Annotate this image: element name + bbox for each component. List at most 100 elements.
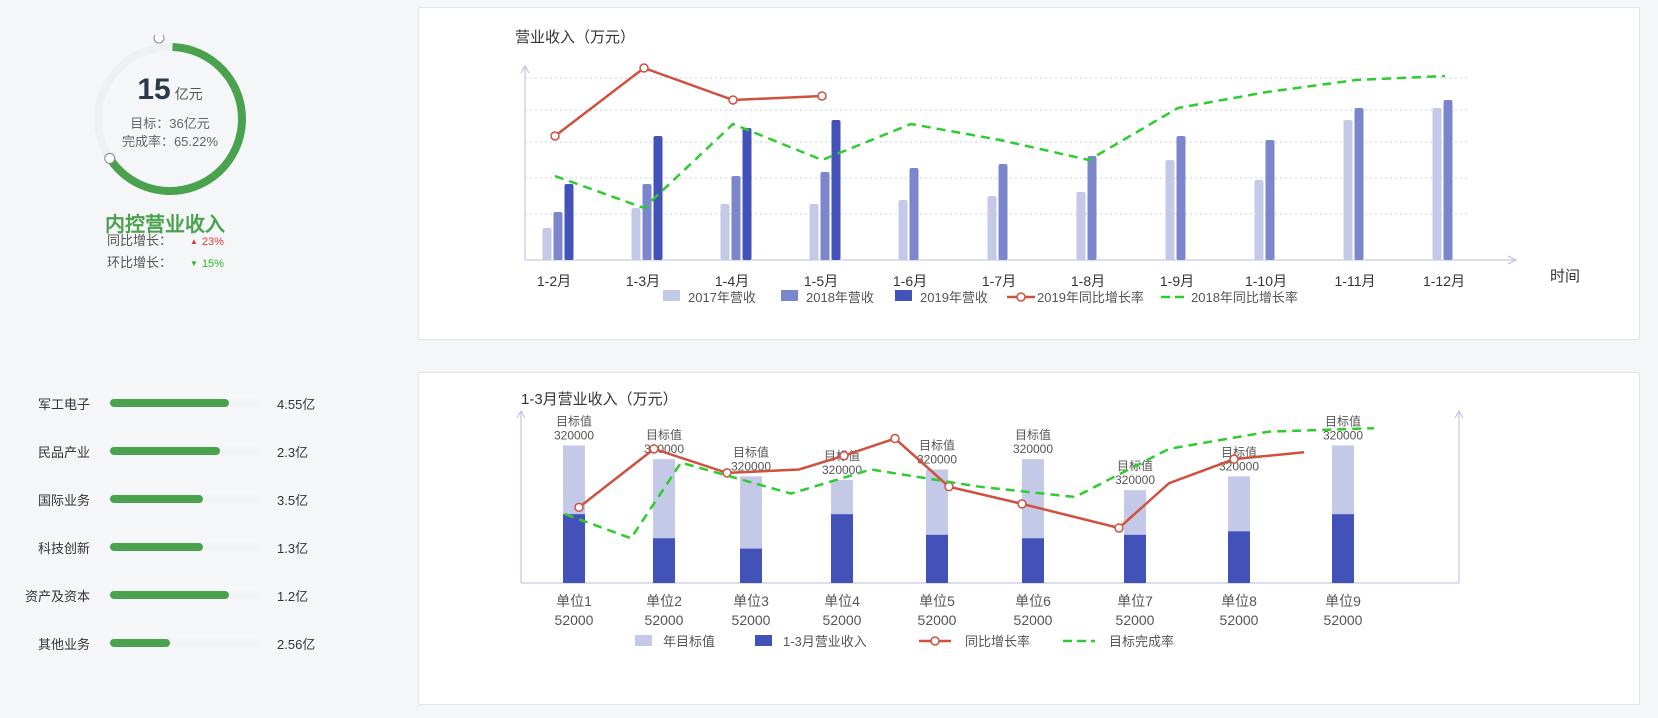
legend-label: 年目标值 [663,634,715,649]
business-bar-fill [110,639,170,647]
x-tick-label: 单位5 [919,593,955,609]
x-tick-value: 52000 [918,612,957,628]
line-point-yoy-growth [1229,454,1239,464]
business-bar-row: 科技创新 1.3亿 [0,536,360,558]
legend-label: 2019年营收 [920,290,988,305]
bar-2017 [720,204,730,260]
bar-q1-revenue [1228,531,1250,583]
business-bar-fill [110,447,220,455]
bar-2018 [909,168,919,260]
legend-label: 2019年同比增长率 [1037,290,1144,305]
x-tick-value: 52000 [1014,612,1053,628]
x-tick-label: 1-5月 [804,273,838,289]
business-bar-fill [110,543,203,551]
bar-q1-revenue [831,514,853,583]
bar-2017 [898,200,908,260]
bar-2019 [742,128,752,260]
x-tick-value: 52000 [555,612,594,628]
legend-swatch [895,290,912,301]
target-value-label: 320000 [1013,442,1053,456]
line-point-2019-growth [550,131,560,141]
business-bar-track [110,495,260,503]
bar-2017 [1076,192,1086,260]
target-value-label: 320000 [822,463,862,477]
bar-2017 [1165,160,1175,260]
business-bar-track [110,447,260,455]
business-bar-value: 2.56亿 [277,637,316,652]
business-bar-label: 国际业务 [37,493,90,508]
legend-label: 2018年营收 [806,290,874,305]
bar-2017 [1343,120,1353,260]
bar-2018 [731,176,741,260]
x-tick-value: 52000 [1324,612,1363,628]
x-tick-value: 52000 [732,612,771,628]
bar-2018 [1265,140,1275,260]
x-tick-label: 单位1 [556,593,592,609]
business-bar-track [110,639,260,647]
business-bar-row: 军工电子 4.55亿 [0,392,360,414]
x-tick-label: 1-2月 [537,273,571,289]
x-tick-label: 单位9 [1325,593,1361,609]
bar-q1-revenue [1332,514,1354,583]
x-tick-label: 单位3 [733,593,769,609]
x-tick-label: 1-10月 [1245,273,1287,289]
target-label: 目标值 [919,437,955,452]
bar-q1-revenue [653,538,675,583]
legend-label: 目标完成率 [1109,634,1174,649]
legend-swatch [663,290,680,301]
x-tick-label: 1-6月 [893,273,927,289]
bar-2017 [1432,108,1442,260]
business-bar-track [110,591,260,599]
line-point-yoy-growth [944,481,954,492]
bar-2017 [631,208,641,260]
x-tick-label: 1-9月 [1160,273,1194,289]
business-bar-label: 科技创新 [37,541,90,556]
revenue-chart-panel: 营业收入（万元） 时间 1-2月 1-3月 1-4月 1-5月 1-6月 1-7月 1-8月… [418,7,1640,340]
x-axis-label: 时间 [1550,268,1580,285]
legend-label: 同比增长率 [965,634,1030,649]
x-tick-label: 1-3月 [626,273,660,289]
business-bar-track [110,543,260,551]
line-point-2019-growth [817,91,827,101]
business-bar-label: 军工电子 [37,397,90,412]
line-point-yoy-growth [649,444,659,454]
line-point-yoy-growth [839,450,849,461]
target-label: 目标值 [1015,427,1051,442]
chart-title: 营业收入（万元） [515,29,635,46]
x-tick-value: 52000 [645,612,684,628]
bar-q1-revenue [1022,538,1044,583]
bar-2018 [553,212,563,260]
target-label: 目标值 [646,427,682,442]
bar-2017 [809,204,819,260]
legend-swatch [635,635,652,646]
legend-label: 2018年同比增长率 [1191,290,1298,305]
x-tick-value: 52000 [1220,612,1259,628]
x-tick-label: 1-4月 [715,273,749,289]
bar-q1-revenue [926,534,948,583]
legend-marker [1016,292,1026,302]
business-bar-fill [110,495,203,503]
x-tick-label: 1-7月 [982,273,1016,289]
line-point-yoy-growth [1017,499,1027,509]
business-bar-value: 2.3亿 [277,445,309,460]
business-bars: 军工电子 4.55亿 民品产业 2.3亿 国际业务 3.5亿 科技创新 1.3亿 资产及资本 1.… [0,0,380,718]
x-tick-label: 单位4 [824,593,860,609]
legend-marker [930,636,940,646]
business-bar-value: 3.5亿 [277,493,309,508]
legend-swatch [755,635,772,646]
bar-q1-revenue [740,548,762,583]
business-bar-row: 国际业务 3.5亿 [0,488,360,510]
revenue-chart: 营业收入（万元） 时间 1-2月 1-3月 1-4月 1-5月 1-6月 1-7月 1-8月… [515,29,1580,305]
bar-2019 [564,184,574,260]
target-label: 目标值 [1325,413,1361,428]
chart-title: 1-3月营业收入（万元） [521,391,678,408]
bar-2018 [1354,108,1364,260]
x-tick-label: 单位6 [1015,593,1051,609]
x-tick-label: 单位8 [1221,593,1257,609]
x-tick-label: 单位2 [646,593,682,609]
x-tick-label: 1-12月 [1423,273,1465,289]
line-point-2019-growth [639,63,649,73]
line-point-2019-growth [728,95,738,105]
q1-revenue-chart-panel: 1-3月营业收入（万元） 目标值 320000 单位1 52000 目标值 320000 单… [418,372,1640,705]
bar-2018 [642,184,652,260]
